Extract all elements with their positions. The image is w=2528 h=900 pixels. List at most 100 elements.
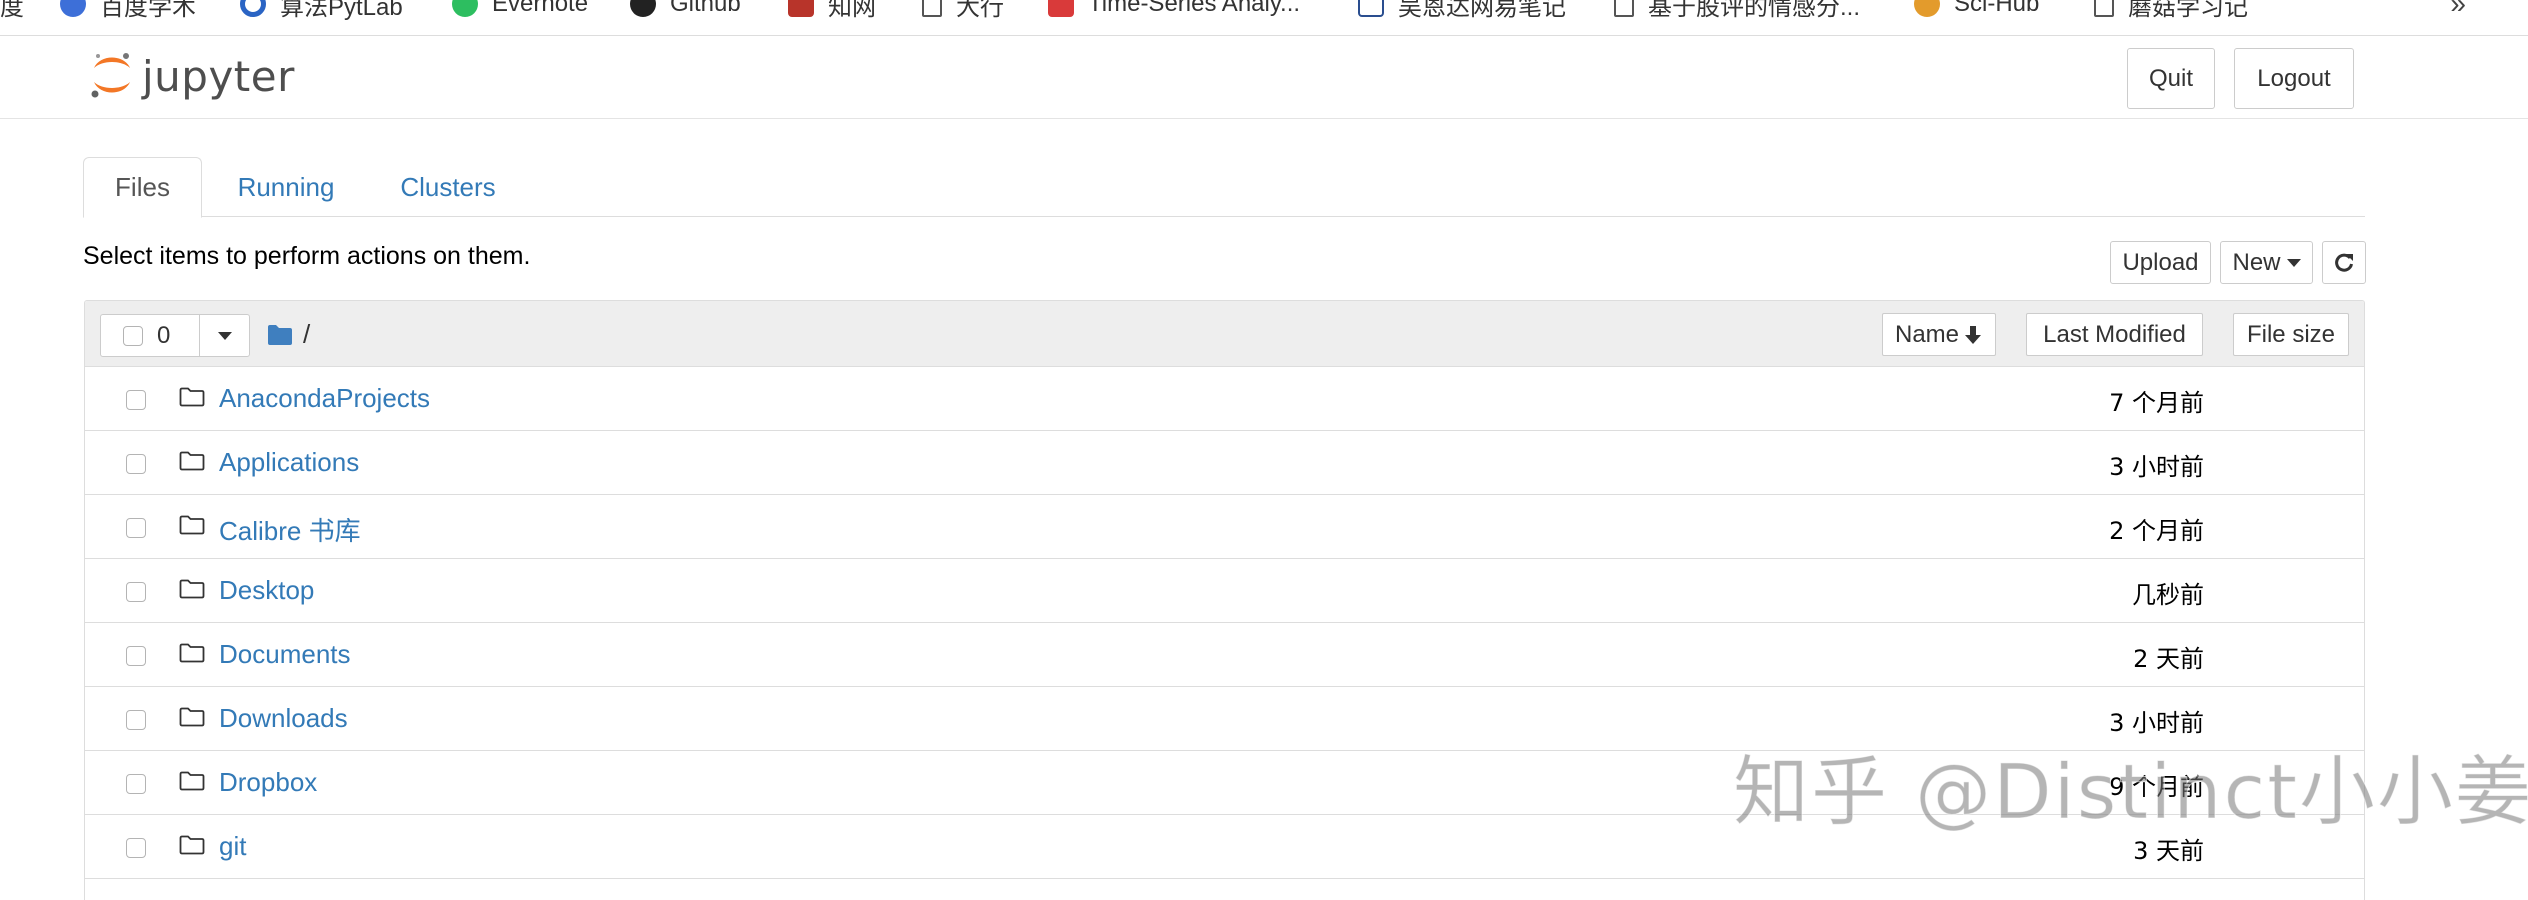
select-all-checkbox[interactable]: [123, 325, 143, 346]
bookmarks-overflow-icon[interactable]: »: [2450, 0, 2466, 20]
folder-icon[interactable]: [267, 324, 293, 346]
row-checkbox[interactable]: [126, 454, 146, 474]
folder-icon: [179, 579, 205, 599]
row-checkbox[interactable]: [126, 838, 146, 858]
file-row[interactable]: AnacondaProjects 7 个月前: [85, 367, 2364, 431]
sort-by-last-modified-button[interactable]: Last Modified: [2026, 313, 2203, 356]
caret-down-icon: [2286, 258, 2301, 267]
last-modified-label: Last Modified: [2043, 320, 2186, 348]
bookmark-item[interactable]: 蘑菇学习记: [2094, 0, 2248, 22]
raven-icon: [1914, 0, 1940, 17]
new-button-label: New: [2232, 248, 2281, 276]
file-modified-time: 几秒前: [2132, 581, 2204, 609]
refresh-icon: [2335, 253, 2353, 272]
file-row[interactable]: Desktop 几秒前: [85, 559, 2364, 623]
file-row[interactable]: Calibre 书库 2 个月前: [85, 495, 2364, 559]
bookmark-label: 吴恩达网易笔记: [1398, 0, 1566, 21]
select-all-toggle[interactable]: 0: [101, 315, 200, 356]
paw-icon: [60, 0, 86, 17]
nb-icon: [1358, 0, 1384, 17]
logo-text: jupyter: [142, 51, 295, 101]
select-dropdown-button[interactable]: [200, 315, 249, 356]
select-all-group: 0: [100, 314, 250, 357]
row-checkbox[interactable]: [126, 710, 146, 730]
file-name-link[interactable]: Documents: [219, 639, 351, 670]
bookmark-label: Time-Series Analy...: [1088, 0, 1301, 17]
bookmark-item[interactable]: Sci-Hub: [1914, 0, 2039, 22]
bookmark-label: 基于股评的情感分...: [1648, 0, 1861, 21]
bookmark-label: 度: [0, 0, 24, 21]
bookmark-item[interactable]: 知网: [788, 0, 876, 22]
file-list-header: 0 / Name Last Modified File size: [85, 301, 2364, 367]
new-dropdown-button[interactable]: New: [2220, 241, 2313, 284]
tab-clusters[interactable]: Clusters: [383, 157, 513, 218]
logout-button[interactable]: Logout: [2234, 48, 2354, 109]
file-modified-time: 7 个月前: [2109, 389, 2204, 417]
row-checkbox[interactable]: [126, 390, 146, 410]
file-size-label: File size: [2246, 320, 2336, 348]
refresh-button[interactable]: [2322, 241, 2366, 284]
bookmark-item[interactable]: 基于股评的情感分...: [1614, 0, 1860, 22]
selected-count: 0: [157, 321, 171, 349]
bookmark-item[interactable]: 算法PytLab: [240, 0, 403, 22]
bookmark-label: 算法PytLab: [280, 0, 403, 21]
tab-running[interactable]: Running: [216, 157, 356, 218]
bookmark-item[interactable]: Github: [630, 0, 741, 22]
bookmark-item[interactable]: 吴恩达网易笔记: [1358, 0, 1566, 22]
arrow-down-icon: [1965, 325, 1982, 344]
caret-down-icon: [217, 331, 232, 340]
file-name-link[interactable]: Dropbox: [219, 767, 317, 798]
row-checkbox[interactable]: [126, 646, 146, 666]
github-icon: [630, 0, 656, 17]
doc-icon: [2094, 0, 2114, 17]
file-name-link[interactable]: Downloads: [219, 703, 348, 734]
file-modified-time: 2 天前: [2133, 645, 2204, 673]
file-name-link[interactable]: Applications: [219, 447, 359, 478]
file-row[interactable]: Documents 2 天前: [85, 623, 2364, 687]
bookmark-label: Sci-Hub: [1954, 0, 2040, 17]
bookmark-item[interactable]: 百度学术: [60, 0, 196, 22]
row-checkbox[interactable]: [126, 518, 146, 538]
bookmarks-bar: 度 百度学术 算法PytLab Evernote Github 知网 大行 Ti…: [0, 0, 2528, 36]
file-modified-time: 2 个月前: [2109, 517, 2204, 545]
file-name-link[interactable]: Calibre 书库: [219, 511, 361, 548]
tab-bar: Files Running Clusters: [83, 157, 2365, 218]
c-logo-icon: [240, 0, 266, 17]
file-name-link[interactable]: AnacondaProjects: [219, 383, 430, 414]
bookmark-item[interactable]: 度: [0, 0, 24, 22]
bookmark-label: 百度学术: [100, 0, 196, 21]
bookmark-item[interactable]: Time-Series Analy...: [1048, 0, 1300, 22]
row-checkbox[interactable]: [126, 774, 146, 794]
watermark: 知乎 @Distinct小小姜: [1732, 747, 2528, 837]
folder-icon: [179, 387, 205, 407]
bookmark-label: 知网: [828, 0, 876, 21]
bookmark-label: 大行: [956, 0, 1004, 21]
cnki-icon: [788, 0, 814, 17]
bookmark-label: Github: [670, 0, 741, 17]
red-square-icon: [1048, 0, 1074, 17]
bookmark-label: Evernote: [492, 0, 589, 17]
breadcrumb: /: [267, 319, 310, 350]
bookmark-item[interactable]: Evernote: [452, 0, 588, 22]
doc-icon: [1614, 0, 1634, 17]
folder-icon: [179, 515, 205, 535]
elephant-icon: [452, 0, 478, 17]
instructions-text: Select items to perform actions on them.: [83, 242, 531, 270]
sort-by-file-size-button[interactable]: File size: [2233, 313, 2349, 356]
file-name-link[interactable]: git: [219, 831, 246, 862]
quit-button[interactable]: Quit: [2127, 48, 2215, 109]
jupyter-logo[interactable]: jupyter: [88, 46, 295, 106]
tab-files[interactable]: Files: [83, 157, 202, 218]
jupyter-logo-icon: [91, 53, 130, 98]
row-checkbox[interactable]: [126, 582, 146, 602]
doc-icon: [922, 0, 942, 17]
folder-icon: [179, 643, 205, 663]
file-name-link[interactable]: Desktop: [219, 575, 314, 606]
file-row[interactable]: Applications 3 小时前: [85, 431, 2364, 495]
bookmark-item[interactable]: 大行: [922, 0, 1004, 22]
folder-icon: [179, 451, 205, 471]
upload-button[interactable]: Upload: [2110, 241, 2211, 284]
bookmark-label: 蘑菇学习记: [2128, 0, 2248, 21]
sort-by-name-button[interactable]: Name: [1882, 313, 1996, 356]
breadcrumb-root[interactable]: /: [303, 319, 310, 350]
